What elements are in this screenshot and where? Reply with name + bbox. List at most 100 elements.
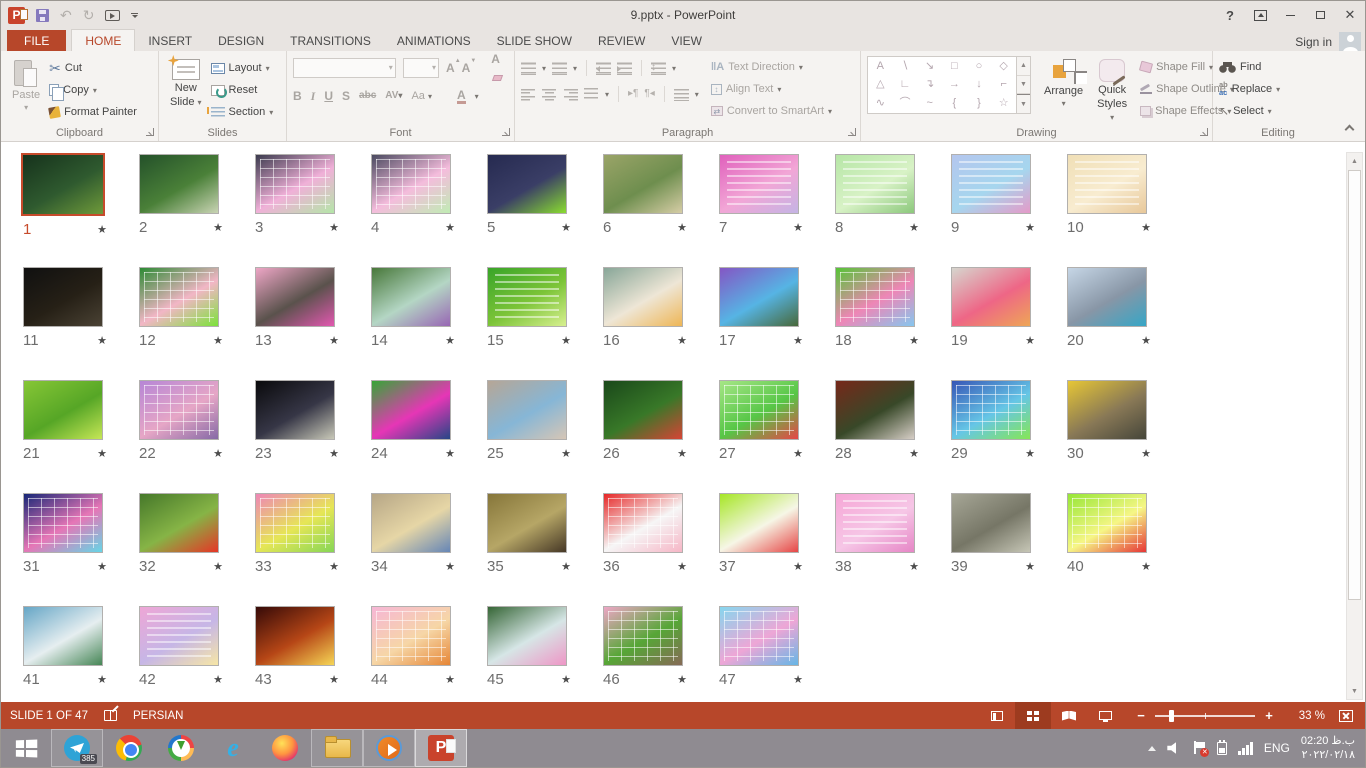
clipboard-dialog-launcher[interactable] [146, 128, 154, 136]
shape-gallery-item-icon[interactable]: ~ [917, 94, 942, 113]
taskbar-telegram[interactable]: 385 [51, 729, 103, 767]
slide-thumbnail[interactable] [255, 154, 335, 214]
shape-gallery-item-icon[interactable]: ☆ [991, 94, 1016, 113]
reset-button[interactable]: Reset [211, 80, 274, 100]
slide-thumbnail[interactable] [951, 493, 1031, 553]
slide-thumbnail[interactable] [603, 154, 683, 214]
slide-thumbnail[interactable] [139, 606, 219, 666]
slide-thumbnail[interactable] [371, 606, 451, 666]
justify-icon[interactable] [584, 88, 599, 101]
scroll-up-button[interactable]: ▲ [1347, 153, 1362, 169]
zoom-in-button[interactable]: + [1261, 708, 1277, 723]
slide-thumbnail[interactable] [255, 267, 335, 327]
spell-check-icon[interactable] [104, 710, 117, 721]
shape-gallery-item-icon[interactable]: A [868, 57, 893, 76]
tab-design[interactable]: DESIGN [205, 30, 277, 51]
align-right-icon[interactable] [563, 88, 578, 101]
slide-thumbnail[interactable] [719, 267, 799, 327]
slide-thumbnail[interactable] [603, 493, 683, 553]
shape-gallery-item-icon[interactable]: □ [942, 57, 967, 76]
slide-thumbnail[interactable] [719, 493, 799, 553]
language-switcher[interactable]: ENG [1264, 741, 1290, 755]
close-button[interactable]: ✕ [1335, 1, 1365, 29]
slide-thumbnail[interactable] [603, 380, 683, 440]
taskbar-idm[interactable] [155, 729, 207, 767]
slide-thumbnail[interactable] [255, 380, 335, 440]
slideshow-view-button[interactable] [1087, 702, 1123, 729]
slide-thumbnail[interactable] [951, 380, 1031, 440]
slide-thumbnail[interactable] [255, 606, 335, 666]
zoom-out-button[interactable]: − [1133, 708, 1149, 723]
slide-thumbnail[interactable] [255, 493, 335, 553]
increase-font-size-button[interactable]: A▲ [446, 61, 455, 75]
slide-thumbnail[interactable] [719, 606, 799, 666]
customize-qat-icon[interactable] [131, 13, 138, 18]
slide-thumbnail[interactable] [371, 154, 451, 214]
line-spacing-icon[interactable] [651, 62, 666, 75]
slide-thumbnail[interactable] [951, 154, 1031, 214]
quick-styles-button[interactable]: Quick Styles ▾ [1092, 56, 1132, 125]
replace-button[interactable]: abac Replace ▾ [1219, 79, 1280, 99]
slide-thumbnail[interactable] [371, 493, 451, 553]
tab-slide-show[interactable]: SLIDE SHOW [484, 30, 585, 51]
layout-button[interactable]: Layout ▾ [211, 58, 274, 78]
zoom-slider-thumb[interactable] [1169, 710, 1174, 722]
taskbar-chrome[interactable] [103, 729, 155, 767]
shape-gallery-item-icon[interactable]: ↴ [917, 76, 942, 95]
taskbar-internet-explorer[interactable]: e [207, 729, 259, 767]
decrease-font-size-button[interactable]: A▼ [462, 61, 471, 75]
font-name-combobox[interactable]: ▾ [293, 58, 396, 78]
slide-thumbnail[interactable] [835, 154, 915, 214]
restore-button[interactable] [1305, 1, 1335, 29]
scrollbar-thumb[interactable] [1348, 170, 1361, 600]
paragraph-dialog-launcher[interactable] [848, 128, 856, 136]
cut-button[interactable]: ✂ Cut [49, 58, 137, 78]
bold-button[interactable]: B [293, 90, 302, 102]
network-signal-icon[interactable] [1238, 742, 1253, 755]
new-slide-button[interactable]: New Slide ▾ [165, 56, 207, 125]
shapes-scroll-down-icon[interactable]: ▼ [1017, 76, 1030, 95]
underline-button[interactable]: U [324, 90, 333, 102]
find-button[interactable]: Find [1219, 57, 1280, 77]
zoom-slider[interactable] [1155, 715, 1255, 717]
align-text-button[interactable]: ↕ Align Text ▾ [711, 79, 832, 99]
shape-gallery-item-icon[interactable]: { [942, 94, 967, 113]
slide-thumbnail[interactable] [487, 606, 567, 666]
character-spacing-button[interactable]: AV▾ [385, 91, 402, 101]
slide-thumbnail[interactable] [23, 267, 103, 327]
slide-thumbnail[interactable] [139, 154, 219, 214]
right-to-left-icon[interactable]: ¶◂ [644, 89, 654, 99]
decrease-indent-icon[interactable] [596, 62, 611, 75]
taskbar-firefox[interactable] [259, 729, 311, 767]
drawing-dialog-launcher[interactable] [1200, 128, 1208, 136]
shape-gallery-item-icon[interactable]: } [967, 94, 992, 113]
strikethrough-button[interactable]: abc [359, 91, 376, 101]
slide-thumbnail[interactable] [835, 493, 915, 553]
format-painter-button[interactable]: Format Painter [49, 102, 137, 122]
font-size-combobox[interactable]: ▾ [403, 58, 439, 78]
align-center-icon[interactable] [542, 88, 557, 101]
language-indicator[interactable]: PERSIAN [133, 710, 184, 722]
normal-view-button[interactable] [979, 702, 1015, 729]
align-left-icon[interactable] [521, 88, 536, 101]
font-color-button[interactable]: A [457, 89, 466, 104]
tab-home[interactable]: HOME [71, 29, 135, 51]
slide-thumbnail[interactable] [23, 380, 103, 440]
start-from-beginning-icon[interactable] [105, 10, 120, 21]
numbering-icon[interactable] [552, 62, 567, 75]
columns-icon[interactable] [674, 88, 689, 101]
zoom-percentage[interactable]: 33 % [1281, 710, 1325, 722]
slide-sorter-view-button[interactable] [1015, 702, 1051, 729]
select-button[interactable]: ↖ Select ▾ [1219, 101, 1280, 121]
change-case-button[interactable]: Aa ▾ [411, 91, 432, 102]
increase-indent-icon[interactable] [617, 62, 632, 75]
clock[interactable]: ب.ظ 02:20 ۲۰۲۲/۰۲/۱۸ [1301, 734, 1355, 763]
save-icon[interactable] [36, 9, 49, 22]
font-dialog-launcher[interactable] [502, 128, 510, 136]
shape-gallery-item-icon[interactable]: → [942, 76, 967, 95]
taskbar-file-explorer[interactable] [311, 729, 363, 767]
tab-view[interactable]: VIEW [658, 30, 715, 51]
slide-thumbnail[interactable] [1067, 380, 1147, 440]
minimize-button[interactable] [1275, 1, 1305, 29]
shape-gallery-item-icon[interactable]: ∿ [868, 94, 893, 113]
